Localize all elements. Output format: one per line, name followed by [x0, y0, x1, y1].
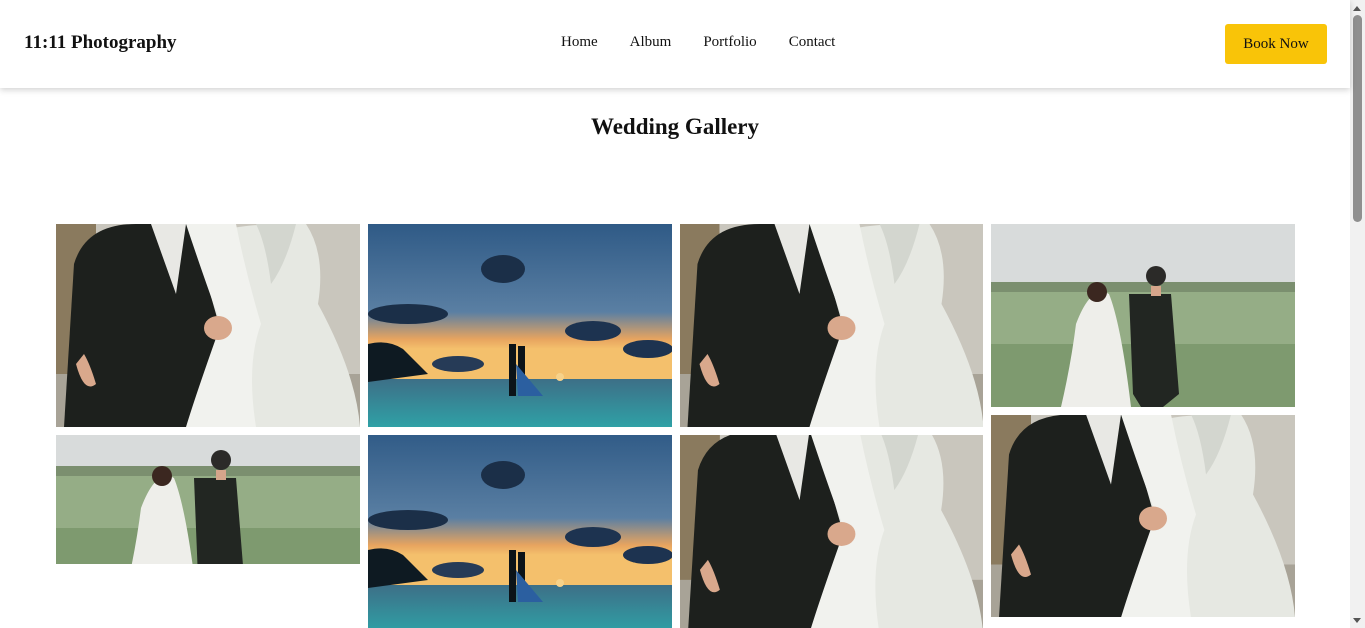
nav-portfolio-link[interactable]: Portfolio — [703, 34, 756, 51]
gallery-photo[interactable] — [56, 224, 360, 427]
couple-walking-field-image — [991, 224, 1295, 407]
nav-contact-link[interactable]: Contact — [789, 34, 836, 51]
couple-holding-hands-image — [991, 415, 1295, 617]
gallery-photo[interactable] — [368, 435, 672, 628]
scroll-down-arrow-icon[interactable] — [1353, 618, 1361, 623]
navbar: 11:11 Photography Home Album Portfolio C… — [0, 0, 1350, 88]
brand-logo[interactable]: 11:11 Photography — [24, 32, 177, 54]
couple-holding-hands-image — [680, 435, 983, 628]
gallery-photo[interactable] — [368, 224, 672, 427]
scrollbar-thumb[interactable] — [1353, 15, 1362, 222]
scroll-up-arrow-icon[interactable] — [1353, 6, 1361, 11]
sunset-beach-kiss-image — [368, 435, 672, 628]
nav-home-link[interactable]: Home — [561, 34, 598, 51]
nav-links: Home Album Portfolio Contact — [561, 34, 835, 51]
gallery-photo[interactable] — [991, 224, 1295, 407]
nav-album-link[interactable]: Album — [630, 34, 672, 51]
couple-holding-hands-image — [680, 224, 983, 427]
gallery-photo[interactable] — [680, 435, 983, 628]
gallery-title: Wedding Gallery — [590, 114, 760, 139]
sunset-beach-kiss-image — [368, 224, 672, 427]
gallery-photo[interactable] — [991, 415, 1295, 617]
couple-holding-hands-image — [56, 224, 360, 427]
gallery-photo[interactable] — [680, 224, 983, 427]
couple-walking-field-image — [56, 435, 360, 564]
book-now-button[interactable]: Book Now — [1225, 24, 1327, 64]
page-scrollbar[interactable] — [1350, 0, 1365, 628]
gallery-photo[interactable] — [56, 435, 360, 564]
